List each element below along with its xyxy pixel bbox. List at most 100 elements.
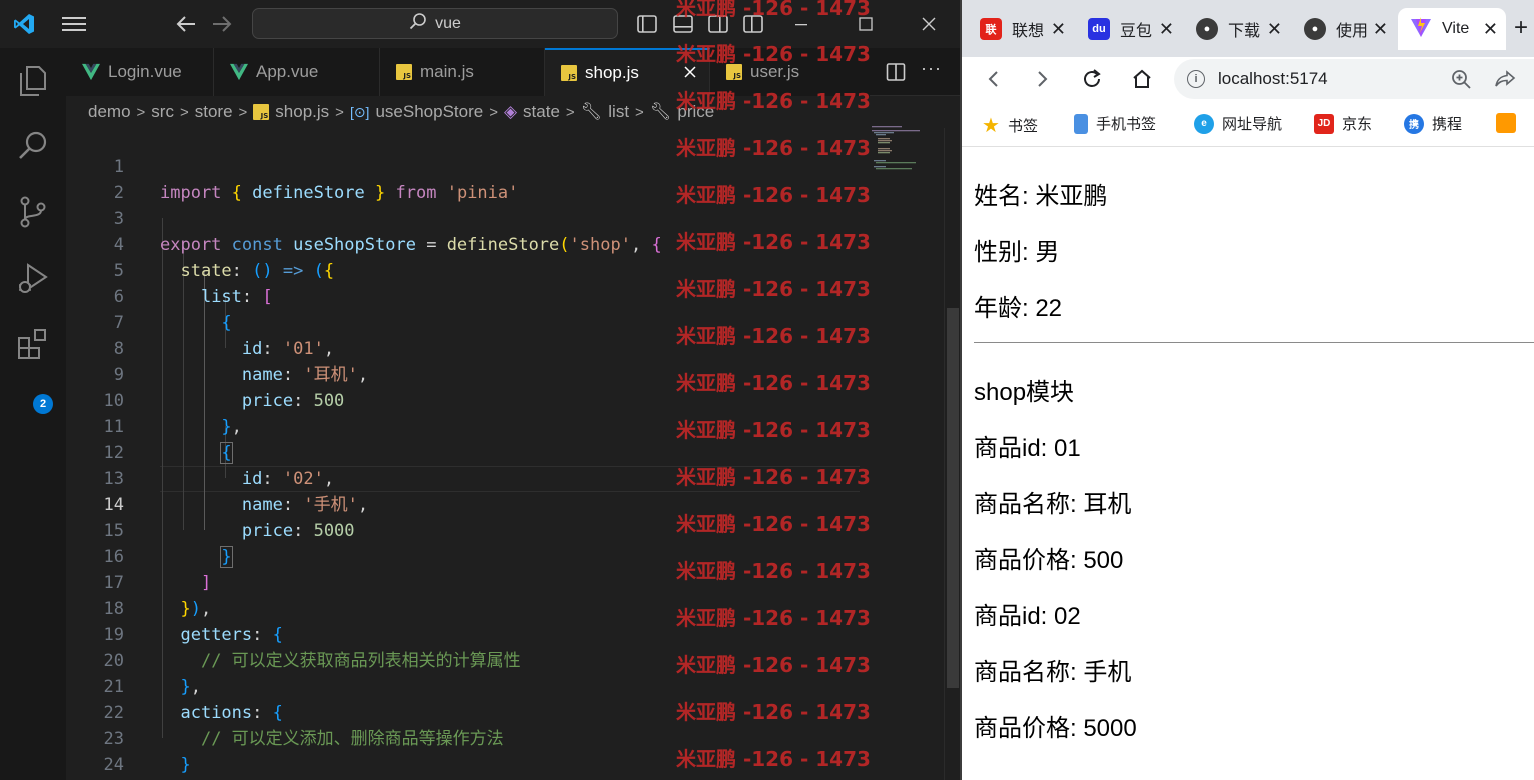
- source-control-icon[interactable]: [15, 194, 51, 230]
- breadcrumb-item[interactable]: 🔧︎ list: [581, 102, 629, 122]
- tab-shop-js[interactable]: shop.js: [545, 48, 710, 96]
- back-arrow-icon[interactable]: [980, 65, 1008, 93]
- code-line: 12 id: '02',: [103, 443, 335, 489]
- code-editor[interactable]: 1 import { defineStore } from 'pinia' 2 …: [66, 128, 944, 780]
- tab-main-js[interactable]: main.js: [380, 48, 545, 96]
- code-line: 7 id: '01',: [113, 313, 335, 359]
- address-bar[interactable]: i localhost:5174: [1174, 59, 1534, 99]
- home-icon[interactable]: [1128, 65, 1156, 93]
- hamburger-menu-icon[interactable]: [62, 12, 86, 36]
- tab-close-icon[interactable]: ✕: [1373, 19, 1388, 40]
- explorer-icon[interactable]: [15, 62, 51, 98]
- toggle-panel-icon[interactable]: [672, 13, 694, 35]
- chevron-right-icon: >: [335, 103, 344, 121]
- code-line: 21 actions: {: [103, 677, 283, 723]
- star-icon: ★: [982, 115, 1000, 137]
- bookmark-item[interactable]: 携 携程: [1404, 113, 1462, 134]
- activity-bar: 2: [0, 48, 66, 780]
- tab-label: shop.js: [585, 63, 639, 82]
- bookmark-item[interactable]: JD 京东: [1314, 113, 1372, 134]
- tab-close-icon[interactable]: ✕: [1483, 19, 1498, 40]
- tab-user-js[interactable]: user.js: [710, 48, 870, 96]
- close-icon[interactable]: [914, 10, 944, 38]
- forward-arrow-icon[interactable]: [1028, 65, 1056, 93]
- chevron-right-icon: >: [136, 103, 146, 121]
- breadcrumb-item[interactable]: src: [151, 102, 174, 122]
- scrollbar-thumb[interactable]: [947, 308, 959, 688]
- new-tab-button[interactable]: +: [1514, 14, 1528, 42]
- bookmark-item[interactable]: 手机书签: [1074, 113, 1156, 134]
- code-line: 6 {: [113, 287, 232, 333]
- breadcrumb-item[interactable]: ◈ state: [504, 102, 560, 122]
- info-icon[interactable]: i: [1187, 70, 1205, 88]
- extensions-icon[interactable]: [15, 326, 51, 362]
- minimap[interactable]: [870, 122, 930, 182]
- editor-tab-bar: Login.vue App.vue main.js shop.js user.j…: [66, 48, 960, 96]
- browser-tab[interactable]: 联 联想 ✕: [968, 8, 1074, 50]
- js-icon: [396, 64, 412, 80]
- code-line: 8 name: '耳机',: [113, 339, 369, 385]
- tab-login-vue[interactable]: Login.vue: [66, 48, 214, 96]
- breadcrumb-item[interactable]: 🔧︎ price: [650, 102, 714, 122]
- more-actions-icon[interactable]: ···: [921, 58, 942, 79]
- jd-icon: JD: [1314, 113, 1334, 134]
- breadcrumb: demo > src > store > shop.js > [⊙]useSho…: [66, 96, 960, 128]
- vue-icon: [82, 63, 100, 81]
- vertical-scrollbar[interactable]: [944, 128, 960, 780]
- run-debug-icon[interactable]: [15, 260, 51, 296]
- toggle-sidebar-icon[interactable]: [636, 13, 658, 35]
- breadcrumb-item[interactable]: store: [195, 102, 233, 122]
- tab-close-icon[interactable]: [683, 63, 697, 84]
- vscode-logo[interactable]: [12, 12, 36, 36]
- product-price-line: 商品价格: 5000: [974, 715, 1137, 742]
- bookmark-item[interactable]: ★ 书签: [982, 113, 1038, 138]
- browser-toolbar: i localhost:5174: [962, 57, 1534, 101]
- command-center-search[interactable]: vue: [252, 8, 618, 39]
- breadcrumb-item[interactable]: [⊙] useShopStore: [350, 102, 483, 122]
- toggle-secondary-sidebar-icon[interactable]: [707, 13, 729, 35]
- ctrip-icon: 携: [1404, 113, 1424, 134]
- search-icon[interactable]: [15, 128, 51, 164]
- code-line-current: 14 price: 5000: [103, 495, 355, 541]
- share-icon[interactable]: [1494, 68, 1516, 90]
- zoom-icon[interactable]: [1450, 68, 1472, 90]
- breadcrumb-item[interactable]: shop.js: [253, 102, 329, 122]
- browser-tab[interactable]: ● 使用 ✕: [1292, 8, 1396, 50]
- breadcrumb-item[interactable]: demo: [88, 102, 131, 122]
- tab-close-icon[interactable]: ✕: [1267, 19, 1282, 40]
- bookmark-item[interactable]: e 网址导航: [1194, 113, 1282, 134]
- split-editor-icon[interactable]: [886, 62, 906, 82]
- code-line: 10 },: [103, 391, 242, 437]
- minimize-icon[interactable]: [786, 10, 816, 38]
- code-line: 20 },: [103, 651, 201, 697]
- tab-close-icon[interactable]: ✕: [1051, 19, 1066, 40]
- phone-icon: [1074, 113, 1088, 134]
- customize-layout-icon[interactable]: [742, 13, 764, 35]
- baidu-icon: du: [1088, 18, 1110, 40]
- bookmark-item[interactable]: [1496, 113, 1516, 133]
- code-line: 9 price: 500: [113, 365, 345, 411]
- browser-tab-active[interactable]: Vite ✕: [1398, 8, 1506, 50]
- tab-close-icon[interactable]: ✕: [1159, 19, 1174, 40]
- product-id-line: 商品id: 02: [974, 603, 1081, 630]
- forward-arrow-icon[interactable]: [210, 12, 234, 36]
- back-arrow-icon[interactable]: [174, 12, 198, 36]
- section-title: shop模块: [974, 379, 1075, 406]
- code-line: 17 }),: [103, 573, 212, 619]
- maximize-icon[interactable]: [851, 10, 881, 38]
- browser-tab[interactable]: du 豆包 ✕: [1076, 8, 1182, 50]
- tab-label: App.vue: [256, 62, 319, 81]
- extensions-badge: 2: [33, 394, 53, 414]
- reload-icon[interactable]: [1078, 65, 1106, 93]
- tab-app-vue[interactable]: App.vue: [214, 48, 380, 96]
- vscode-window: vue 2 Login.vue App.vue JS main.js JS sh…: [0, 0, 960, 780]
- name-line: 姓名: 米亚鹏: [974, 183, 1108, 210]
- code-line: 2: [113, 183, 124, 203]
- chevron-right-icon: >: [565, 103, 575, 121]
- browser-tab[interactable]: ● 下载 ✕: [1184, 8, 1290, 50]
- bookmarks-bar: ★ 书签 手机书签 e 网址导航 JD 京东 携 携程: [962, 101, 1534, 147]
- code-line: 4 state: () => ({: [113, 235, 335, 281]
- divider: [974, 342, 1534, 343]
- vite-icon: [1410, 16, 1432, 43]
- code-line: 3 export const useShopStore = defineStor…: [113, 209, 662, 255]
